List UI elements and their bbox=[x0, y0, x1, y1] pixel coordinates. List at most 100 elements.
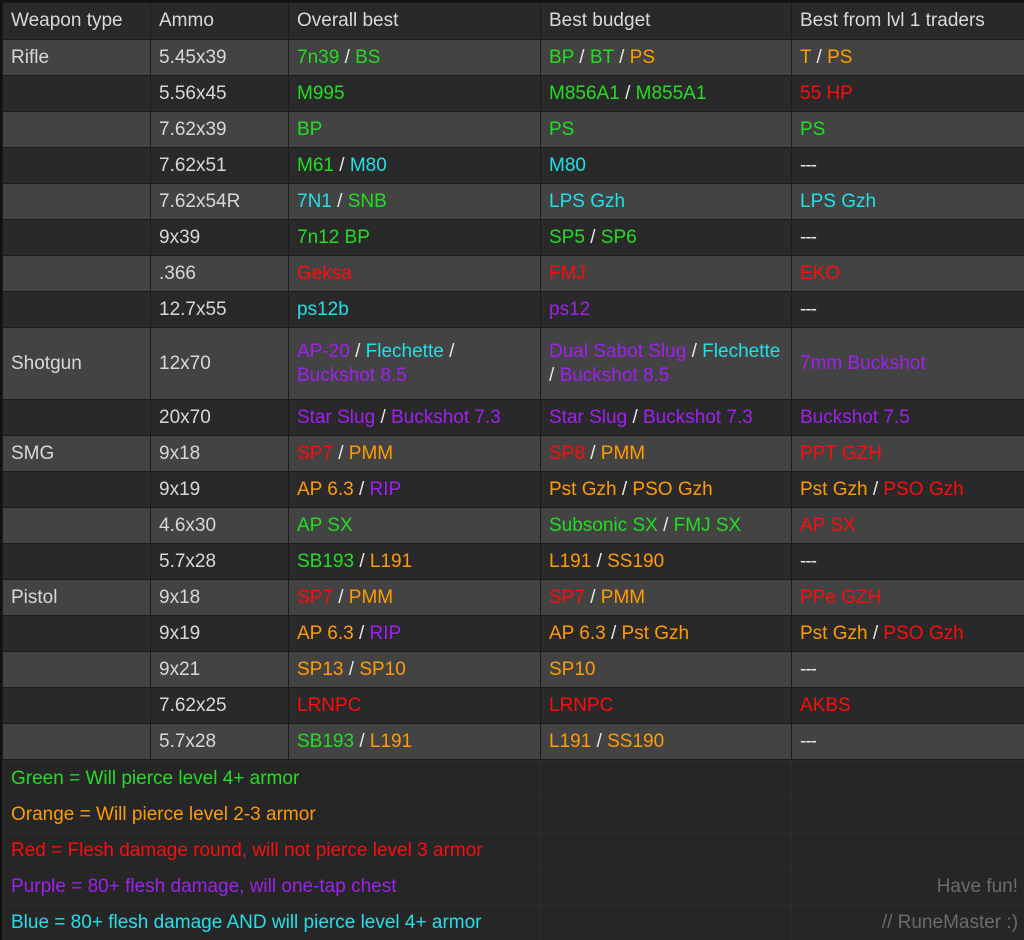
separator: / bbox=[380, 406, 386, 428]
legend-line-g: Green = Will pierce level 4+ armor bbox=[1, 760, 542, 797]
table-row: Pistol 9x18 SP7 / PMM SP7 / PMM PPe GZH bbox=[2, 579, 1024, 616]
legend-line-b: Blue = 80+ flesh damage AND will pierce … bbox=[1, 904, 542, 940]
ammo-label: Flechette bbox=[702, 341, 781, 363]
cell-best-lvl1: PPe GZH bbox=[791, 579, 1024, 616]
cell-best-lvl1: --- bbox=[791, 219, 1024, 256]
ammo-label: 7mm Buckshot bbox=[800, 352, 926, 374]
table-row: 9x19 AP 6.3 / RIP AP 6.3 / Pst Gzh Pst Gzh … bbox=[2, 615, 1024, 652]
cell-ammo: 9x21 bbox=[150, 651, 289, 688]
separator: / bbox=[663, 514, 669, 536]
ammo-label: L191 bbox=[549, 550, 592, 572]
ammo-label: --- bbox=[800, 298, 817, 320]
table-row: 7.62x39 BP PS PS bbox=[2, 111, 1024, 148]
ammo-label: PMM bbox=[600, 586, 646, 608]
ammo-label: PSO Gzh bbox=[883, 478, 964, 500]
table-row: 12.7x55 ps12b ps12 --- bbox=[2, 291, 1024, 328]
cell-ammo: 5.45x39 bbox=[150, 39, 289, 76]
table-row: Rifle 5.45x39 7n39 / BS BP / BT / PS T / PS bbox=[2, 39, 1024, 76]
cell-best-lvl1: --- bbox=[791, 723, 1024, 760]
legend-spacer bbox=[540, 868, 793, 905]
ammo-label: L191 bbox=[369, 550, 413, 572]
ammo-label: 7n12 BP bbox=[297, 226, 370, 248]
legend-spacer-right bbox=[791, 760, 1024, 797]
cell-weapon-type bbox=[2, 651, 151, 688]
separator: / bbox=[337, 190, 343, 212]
ammo-label: PPe GZH bbox=[800, 586, 882, 608]
cell-ammo: 7.62x39 bbox=[150, 111, 289, 148]
table-row: 9x21 SP13 / SP10 SP10 --- bbox=[2, 651, 1024, 688]
cell-weapon-type bbox=[2, 507, 151, 544]
cell-weapon-type bbox=[2, 147, 151, 184]
cell-best-lvl1: --- bbox=[791, 651, 1024, 688]
separator: / bbox=[625, 82, 631, 104]
legend-row: Orange = Will pierce level 2-3 armor bbox=[1, 796, 1024, 833]
ammo-label: Pst Gzh bbox=[800, 622, 868, 644]
ammo-label: Pst Gzh bbox=[800, 478, 868, 500]
cell-weapon-type bbox=[2, 255, 151, 292]
separator: / bbox=[872, 622, 879, 644]
ammo-label: AP-20 bbox=[297, 341, 350, 363]
cell-best-lvl1: --- bbox=[791, 291, 1024, 328]
ammo-label: LRNPC bbox=[297, 694, 362, 716]
ammo-label: Geksa bbox=[297, 262, 352, 284]
ammo-label: --- bbox=[800, 730, 817, 752]
cell-ammo: 9x18 bbox=[150, 435, 289, 472]
separator: / bbox=[596, 730, 602, 752]
cell-overall-best: AP-20 / Flechette / Buckshot 8.5 bbox=[288, 327, 541, 400]
separator: / bbox=[338, 442, 344, 464]
cell-weapon-type bbox=[2, 723, 151, 760]
legend-row: Purple = 80+ flesh damage, will one-tap … bbox=[1, 868, 1024, 905]
ammo-label: M995 bbox=[297, 82, 345, 104]
ammo-label: FMJ SX bbox=[673, 514, 742, 536]
ammo-label: Buckshot 8.5 bbox=[297, 364, 407, 386]
cell-best-lvl1: 55 HP bbox=[791, 75, 1024, 112]
cell-best-budget: SP7 / PMM bbox=[540, 579, 792, 616]
table-header: Weapon type Ammo Overall best Best budge… bbox=[2, 2, 1024, 40]
cell-overall-best: SP13 / SP10 bbox=[288, 651, 541, 688]
cell-weapon-type: Rifle bbox=[2, 39, 151, 76]
ammo-label: PPT GZH bbox=[800, 442, 882, 464]
column-header-overall-best: Overall best bbox=[288, 2, 541, 40]
ammo-label: Pst Gzh bbox=[549, 478, 617, 500]
ammo-label: ps12 bbox=[549, 298, 591, 320]
separator: / bbox=[358, 622, 365, 644]
ammo-label: AP SX bbox=[297, 514, 353, 536]
cell-overall-best: SB193 / L191 bbox=[288, 723, 541, 760]
separator: / bbox=[339, 154, 345, 176]
cell-best-budget: LPS Gzh bbox=[540, 183, 792, 220]
legend-body: Green = Will pierce level 4+ armor Orange… bbox=[1, 760, 1024, 940]
table-row: .366 Geksa FMJ EKO bbox=[2, 255, 1024, 292]
ammo-label: SS190 bbox=[607, 550, 665, 572]
cell-overall-best: M995 bbox=[288, 75, 541, 112]
signoff-have-fun: Have fun! bbox=[791, 868, 1024, 905]
cell-overall-best: ps12b bbox=[288, 291, 541, 328]
cell-overall-best: Geksa bbox=[288, 255, 541, 292]
ammo-label: Flechette bbox=[365, 341, 444, 363]
ammo-label: AKBS bbox=[800, 694, 851, 716]
separator: / bbox=[348, 658, 355, 680]
cell-best-budget: LRNPC bbox=[540, 687, 792, 724]
cell-overall-best: SP7 / PMM bbox=[288, 579, 541, 616]
ammo-label: --- bbox=[800, 154, 817, 176]
cell-overall-best: BP bbox=[288, 111, 541, 148]
table-row: 7.62x54R 7N1 / SNB LPS Gzh LPS Gzh bbox=[2, 183, 1024, 220]
separator: / bbox=[355, 341, 361, 363]
table-row: 7.62x51 M61 / M80 M80 --- bbox=[2, 147, 1024, 184]
cell-ammo: 4.6x30 bbox=[150, 507, 289, 544]
cell-ammo: 9x19 bbox=[150, 615, 289, 652]
ammo-label: BS bbox=[355, 46, 381, 68]
column-header-best-lvl1-traders: Best from lvl 1 traders bbox=[791, 2, 1024, 40]
cell-ammo: 20x70 bbox=[150, 399, 289, 436]
legend-spacer bbox=[540, 796, 793, 833]
table-row: 5.7x28 SB193 / L191 L191 / SS190 --- bbox=[2, 543, 1024, 580]
separator: / bbox=[344, 46, 350, 68]
cell-ammo: 5.7x28 bbox=[150, 543, 289, 580]
ammo-chart-sheet: Weapon type Ammo Overall best Best budge… bbox=[0, 0, 1024, 940]
cell-best-lvl1: AP SX bbox=[791, 507, 1024, 544]
ammo-label: LPS Gzh bbox=[549, 190, 626, 212]
cell-best-budget: SP8 / PMM bbox=[540, 435, 792, 472]
ammo-label: Buckshot 7.3 bbox=[643, 406, 753, 428]
ammo-label: 7N1 bbox=[297, 190, 332, 212]
ammo-label: --- bbox=[800, 658, 817, 680]
cell-ammo: 7.62x54R bbox=[150, 183, 289, 220]
